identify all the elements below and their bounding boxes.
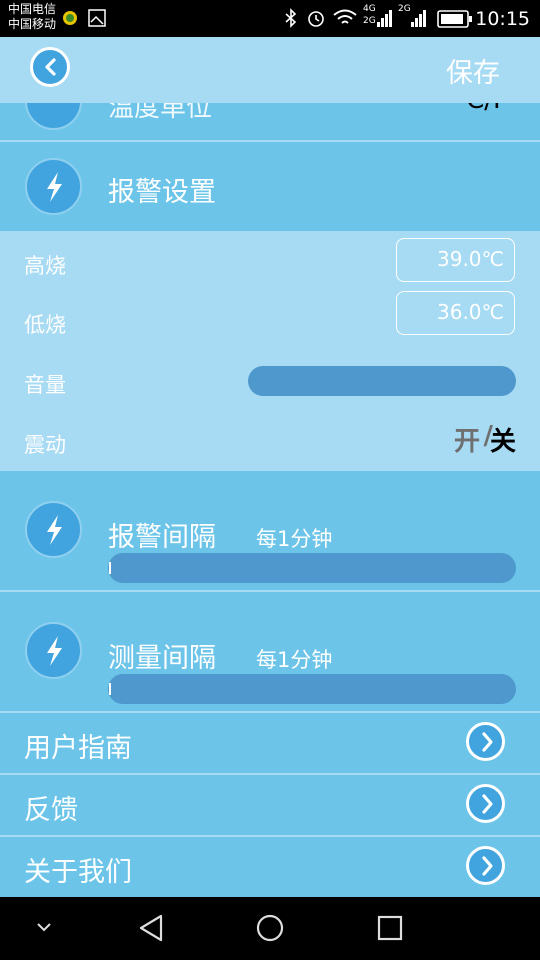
collapse-chevron-icon[interactable]: [34, 921, 54, 935]
temperature-unit-value[interactable]: C/F: [466, 103, 508, 115]
back-triangle-icon[interactable]: [137, 913, 165, 943]
chevron-left-icon: [45, 58, 56, 76]
lightning-icon: [25, 622, 82, 679]
network-type-label-3: 2G: [398, 4, 411, 14]
measure-interval-title: 测量间隔: [108, 643, 216, 674]
low-fever-label: 低烧: [24, 313, 66, 337]
status-bar: 中国电信 中国移动 4G 2G 2G 10:15: [0, 0, 540, 37]
network-type-label-2: 2G: [363, 16, 376, 26]
high-fever-label: 高烧: [24, 254, 66, 278]
vibration-label: 震动: [24, 433, 66, 457]
system-navigation-bar: [0, 897, 540, 960]
clock: 10:15: [475, 8, 530, 30]
slider-thumb[interactable]: [109, 683, 111, 695]
measure-interval-slider[interactable]: [108, 674, 516, 704]
signal-strength-icon-1: [377, 10, 392, 27]
measure-interval-value: 每1分钟: [256, 648, 333, 672]
network-type-label-1: 4G: [363, 4, 376, 14]
menu-item-feedback[interactable]: 反馈: [0, 775, 540, 835]
volume-slider[interactable]: [248, 366, 516, 396]
recent-apps-square-icon[interactable]: [376, 914, 404, 942]
lightning-icon: [25, 158, 82, 215]
chevron-right-icon[interactable]: [466, 722, 505, 761]
back-button[interactable]: [30, 47, 70, 87]
slider-thumb[interactable]: [109, 562, 111, 574]
vibration-on-option[interactable]: 开: [454, 421, 480, 458]
thermometer-icon: [25, 103, 82, 130]
image-notification-icon: [88, 9, 106, 27]
volume-label: 音量: [24, 373, 66, 397]
menu-item-label: 反馈: [24, 795, 78, 826]
high-fever-input[interactable]: 39.0℃: [396, 238, 515, 282]
alarm-clock-icon: [308, 11, 324, 27]
menu-item-user-guide[interactable]: 用户指南: [0, 713, 540, 773]
home-circle-icon[interactable]: [255, 913, 285, 943]
app-header: 保存: [0, 37, 540, 103]
battery-icon: [437, 10, 472, 28]
alarm-settings-header: 报警设置: [0, 142, 540, 231]
signal-strength-icon-2: [411, 10, 426, 27]
carrier-label-1: 中国电信: [8, 2, 57, 16]
lightning-icon: [25, 501, 82, 558]
alarm-interval-value: 每1分钟: [256, 527, 333, 551]
menu-item-about-us[interactable]: 关于我们: [0, 837, 540, 897]
bluetooth-icon: [285, 8, 297, 28]
vibration-off-option[interactable]: 关: [490, 421, 516, 458]
measure-interval-section: 测量间隔 每1分钟: [0, 592, 540, 711]
low-fever-input[interactable]: 36.0℃: [396, 291, 515, 335]
wifi-icon: [333, 9, 357, 24]
alarm-interval-slider[interactable]: [108, 553, 516, 583]
alarm-settings-title: 报警设置: [108, 177, 216, 208]
menu-item-label: 关于我们: [24, 857, 132, 888]
alarm-interval-section: 报警间隔 每1分钟: [0, 471, 540, 590]
alarm-settings-panel: 高烧 39.0℃ 低烧 36.0℃ 音量 震动 开 / 关: [0, 231, 540, 471]
chevron-right-icon[interactable]: [466, 846, 505, 885]
temperature-unit-row[interactable]: 温度单位 C/F: [0, 103, 540, 140]
alarm-interval-title: 报警间隔: [108, 522, 216, 553]
carrier-label-2: 中国移动: [8, 17, 57, 31]
temperature-unit-label: 温度单位: [108, 103, 213, 123]
menu-item-label: 用户指南: [24, 733, 132, 764]
save-button[interactable]: 保存: [446, 51, 500, 90]
app-notification-icon: [63, 11, 77, 25]
chevron-right-icon[interactable]: [466, 784, 505, 823]
